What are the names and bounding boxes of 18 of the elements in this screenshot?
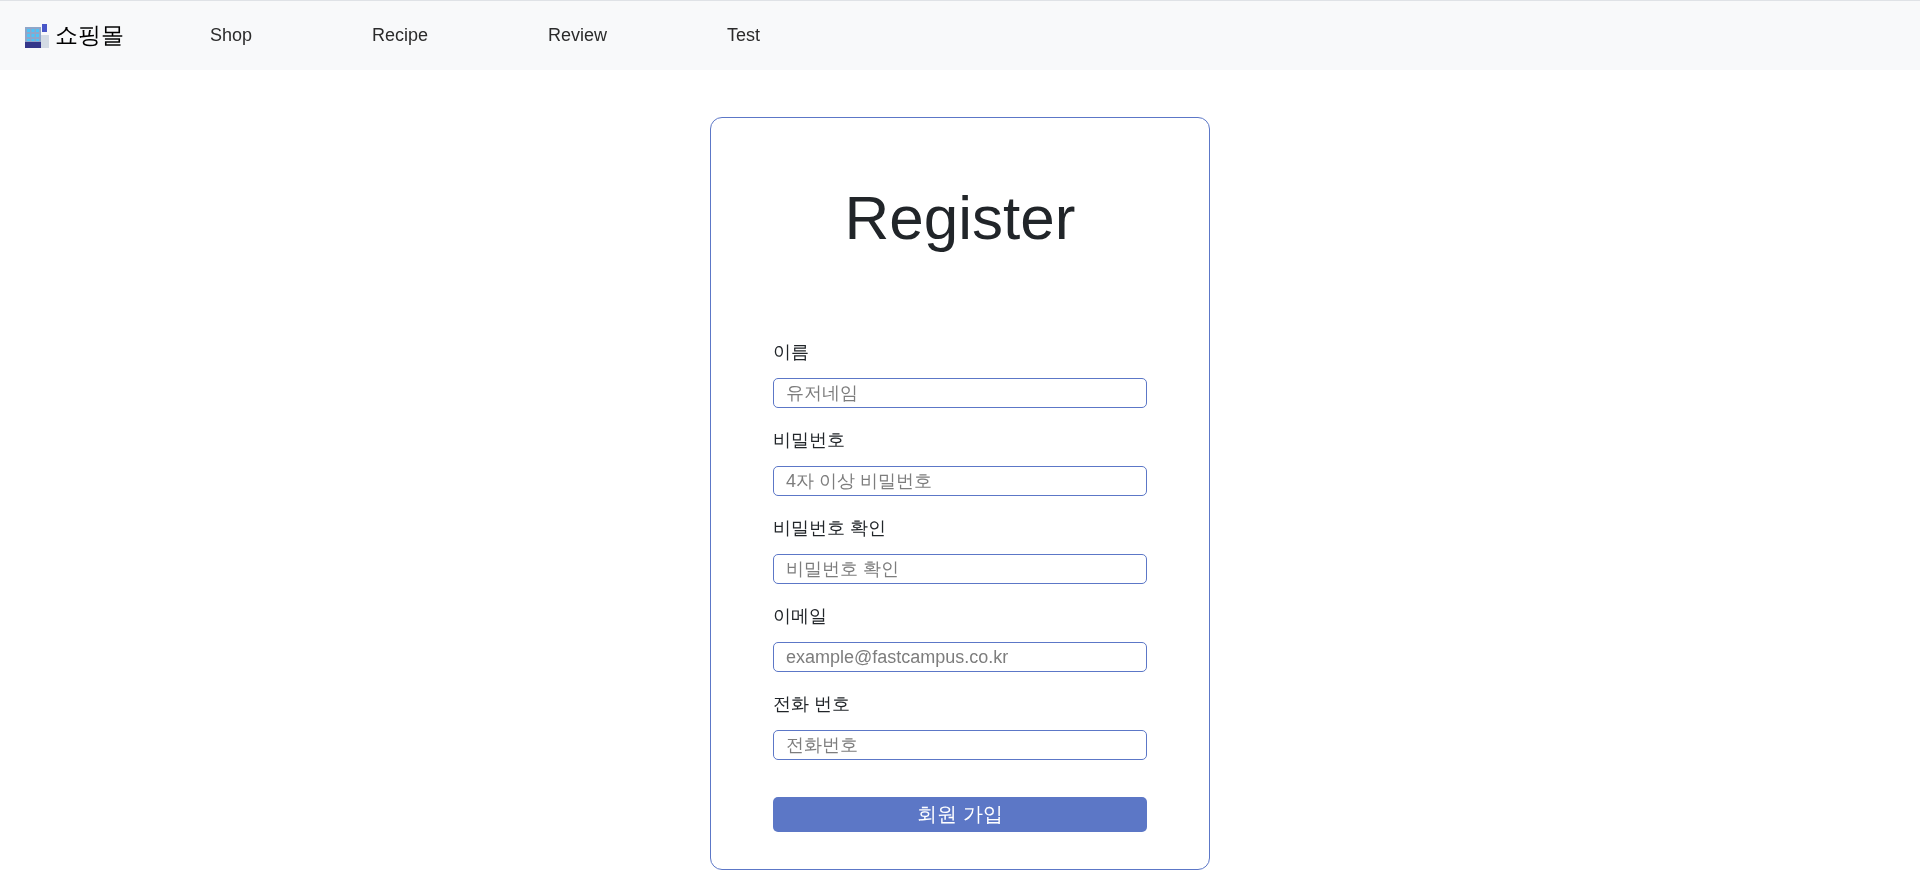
nav-link[interactable]: Test — [727, 24, 761, 47]
form-title: Register — [843, 182, 1077, 254]
text-field[interactable]: 유저네임 — [773, 378, 1147, 409]
nav-link[interactable]: Shop — [210, 24, 253, 47]
field-label: 이메일 — [773, 605, 827, 629]
text-field[interactable]: 비밀번호 확인 — [773, 554, 1147, 585]
text-field[interactable]: 전화번호 — [773, 730, 1147, 761]
submit-button[interactable]: 회원 가입 — [773, 797, 1147, 833]
field-label: 비밀번호 — [773, 429, 845, 453]
field-label: 이름 — [773, 341, 809, 365]
building-icon — [25, 23, 49, 48]
text-field[interactable]: example@fastcampus.co.kr — [773, 642, 1147, 673]
nav-link[interactable]: Review — [548, 24, 608, 47]
nav-link[interactable]: Recipe — [372, 24, 429, 47]
field-label: 비밀번호 확인 — [773, 517, 886, 541]
text-field[interactable]: 4자 이상 비밀번호 — [773, 466, 1147, 497]
field-label: 전화 번호 — [773, 693, 850, 717]
brand-link[interactable]: 쇼핑몰 — [25, 21, 124, 50]
